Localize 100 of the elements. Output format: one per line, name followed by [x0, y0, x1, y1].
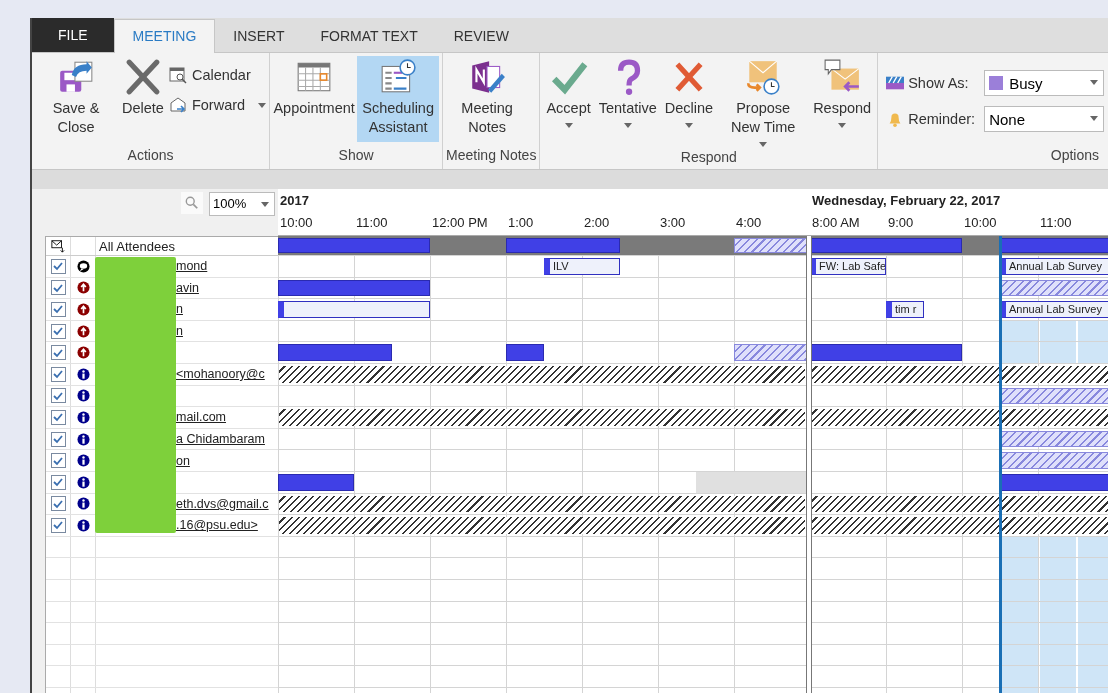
hour-label: 10:00 [280, 215, 313, 230]
attendee-name[interactable]: <mohanoory@c [176, 367, 265, 382]
required-attendee-icon [76, 281, 90, 295]
attendee-checkbox[interactable] [50, 474, 66, 490]
attendee-checkbox[interactable] [50, 323, 66, 339]
attendee-checkbox[interactable] [50, 496, 66, 512]
attendee-name[interactable]: n [176, 324, 183, 339]
selected-time-cell[interactable] [1002, 342, 1038, 363]
required-attendee-icon [76, 324, 90, 338]
attendee-checkbox[interactable] [50, 517, 66, 533]
attendee-name[interactable]: mond [176, 259, 208, 274]
attendee-checkbox[interactable] [50, 366, 66, 382]
selected-time-cell[interactable] [1002, 320, 1038, 342]
respond-button[interactable]: Respond [810, 56, 875, 142]
busy-block [506, 344, 544, 361]
group-label: Actions [126, 147, 175, 165]
caret-icon [759, 142, 768, 147]
attendee-checkbox[interactable] [50, 302, 66, 317]
zoom-button[interactable] [181, 192, 203, 214]
group-label: Options [1049, 147, 1100, 165]
accept-button[interactable]: Accept [543, 56, 594, 142]
appointment-button[interactable]: Appointment [273, 56, 356, 142]
caret-icon [261, 202, 269, 207]
selected-time-cell[interactable] [1002, 536, 1038, 693]
info-icon [76, 497, 90, 511]
attendee-name[interactable]: mail.com [176, 410, 226, 425]
appointment-block: Annual Lab Survey [1000, 301, 1108, 318]
info-icon [76, 389, 90, 403]
show-as-label: Show As: [908, 75, 970, 91]
selected-time-cell[interactable] [1040, 342, 1076, 363]
selected-time-cell[interactable] [1078, 342, 1108, 363]
save-close-button[interactable]: Save & Close [35, 56, 117, 142]
attendee-checkbox[interactable] [50, 345, 66, 361]
caret-icon [1090, 116, 1099, 121]
scheduling-assistant-button[interactable]: Scheduling Assistant [357, 56, 440, 142]
attendee-checkbox[interactable] [50, 258, 66, 274]
selected-time-cell[interactable] [1040, 320, 1076, 342]
appointment-block: ILV [544, 258, 620, 275]
attendee-checkbox[interactable] [50, 453, 66, 469]
meeting-start-line[interactable] [999, 236, 1002, 693]
column-header: All Attendees [99, 238, 175, 254]
attendee-name[interactable]: a Chidambaram [176, 432, 265, 447]
selected-time-cell[interactable] [1078, 536, 1108, 693]
meeting-notes-button[interactable]: Meeting Notes [446, 56, 529, 142]
envelope-icon [51, 239, 65, 253]
ribbon-tab[interactable]: FORMAT TEXT [302, 20, 436, 52]
propose-new-time-button[interactable]: Propose New Time [718, 56, 809, 149]
caret-icon [684, 123, 693, 128]
selected-time-cell[interactable] [1040, 536, 1076, 693]
caret-icon [1090, 80, 1099, 85]
decline-button[interactable]: Decline [661, 56, 717, 142]
hour-label: 12:00 PM [432, 215, 488, 230]
hour-label: 1:00 [508, 215, 534, 230]
attendee-checkbox[interactable] [50, 409, 66, 425]
caret-icon [258, 102, 267, 108]
envelope-clock-icon [744, 58, 783, 96]
hour-label: 11:00 [356, 215, 388, 230]
selected-time-cell[interactable] [1078, 320, 1108, 342]
attendee-name[interactable]: n [176, 302, 183, 317]
zoom-dropdown[interactable]: 100% [209, 192, 275, 216]
calendar-search-icon [168, 66, 187, 84]
day-header: 2017 [280, 193, 309, 208]
info-icon [76, 367, 90, 381]
delete-button[interactable]: Delete [119, 56, 167, 142]
caret-icon [623, 123, 632, 128]
hour-label: 9:00 [888, 215, 914, 230]
required-attendee-icon [76, 303, 90, 316]
ribbon-tab[interactable]: MEETING [113, 19, 216, 53]
reminder-dropdown[interactable]: None [984, 106, 1105, 132]
attendee-checkbox[interactable] [50, 280, 66, 296]
attendee-checkbox[interactable] [50, 388, 66, 404]
forward-button[interactable]: Forward [168, 96, 267, 114]
hour-label: 3:00 [660, 215, 686, 230]
group-label: Meeting Notes [446, 147, 537, 165]
hour-label: 11:00 [1040, 215, 1072, 230]
info-icon [76, 454, 90, 468]
show-as-dropdown[interactable]: Busy [984, 70, 1105, 96]
ribbon-tab[interactable]: REVIEW [435, 20, 527, 52]
envelope-arrow-icon [168, 96, 187, 114]
attendee-checkbox[interactable] [50, 431, 66, 447]
required-attendee-icon [76, 346, 90, 360]
tentative-button[interactable]: Tentative [595, 56, 660, 142]
attendee-name[interactable]: .16@psu.edu> [176, 518, 258, 533]
attendee-name[interactable]: eth.dvs@gmail.c [176, 496, 269, 511]
ribbon-tab[interactable]: FILE [32, 18, 114, 52]
info-icon [76, 475, 90, 489]
reminder-label: Reminder: [908, 111, 977, 127]
hour-label: 8:00 AM [812, 215, 860, 230]
attendee-name[interactable]: avin [176, 280, 199, 295]
caret-icon [838, 123, 847, 128]
organizer-icon [76, 259, 90, 273]
appointment-block: FW: Lab Safe [810, 258, 886, 275]
group-label: Show [337, 147, 375, 165]
hour-label: 4:00 [736, 215, 762, 230]
appointment-block: Annual Lab Survey [1000, 258, 1108, 275]
attendee-name[interactable]: on [176, 453, 190, 468]
hour-label: 10:00 [964, 215, 997, 230]
appointment-block: tim r [886, 301, 924, 318]
ribbon-tab[interactable]: INSERT [215, 20, 303, 52]
calendar-button[interactable]: Calendar [168, 66, 267, 84]
